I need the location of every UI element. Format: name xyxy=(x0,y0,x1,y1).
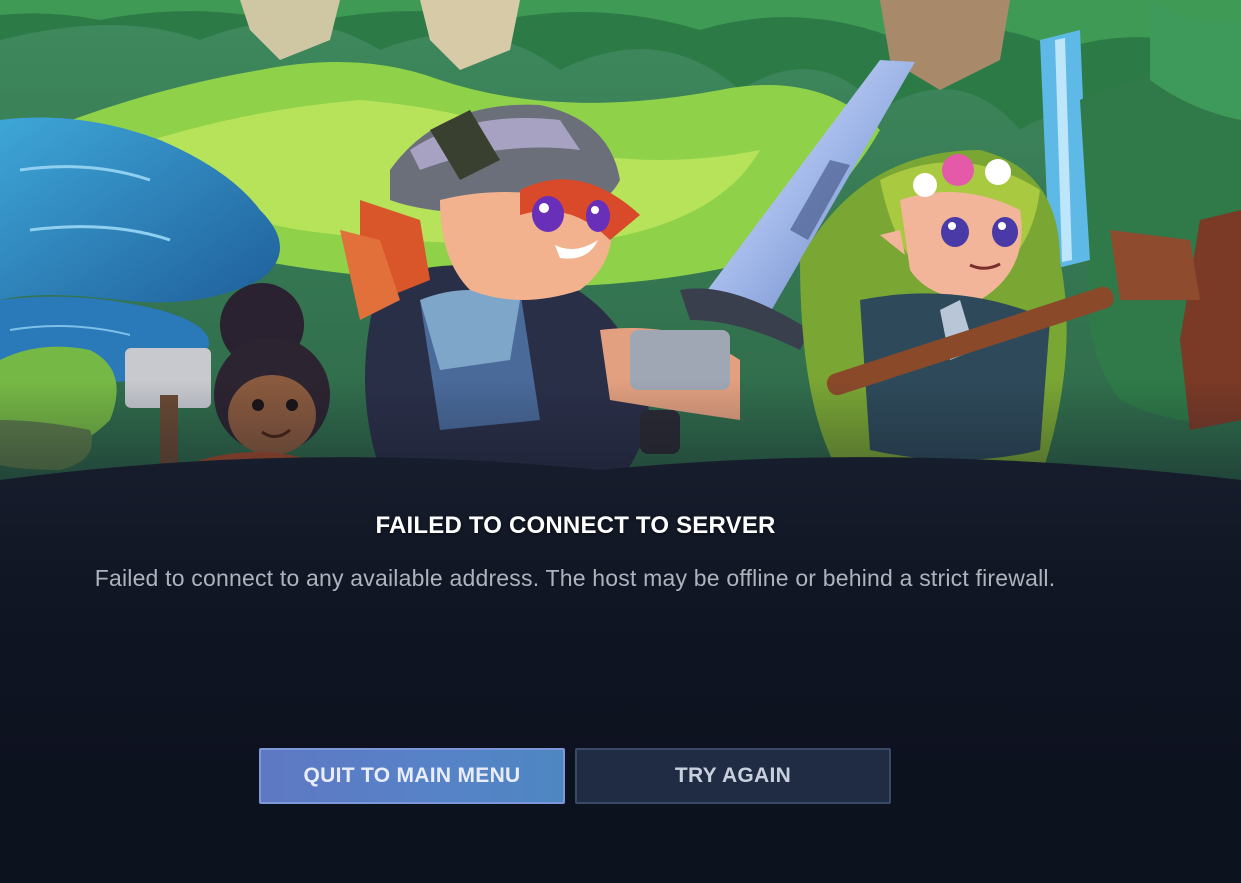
try-again-label: TRY AGAIN xyxy=(674,764,792,787)
quit-to-main-menu-label: QUIT TO MAIN MENU xyxy=(303,764,521,787)
error-screen: FAILED TO CONNECT TO SERVER Failed to co… xyxy=(0,0,1241,883)
error-title: FAILED TO CONNECT TO SERVER xyxy=(375,512,776,539)
error-message: Failed to connect to any available addre… xyxy=(94,565,1056,591)
quit-to-main-menu-button[interactable]: QUIT TO MAIN MENU xyxy=(259,748,565,804)
try-again-button[interactable]: TRY AGAIN xyxy=(575,748,891,804)
